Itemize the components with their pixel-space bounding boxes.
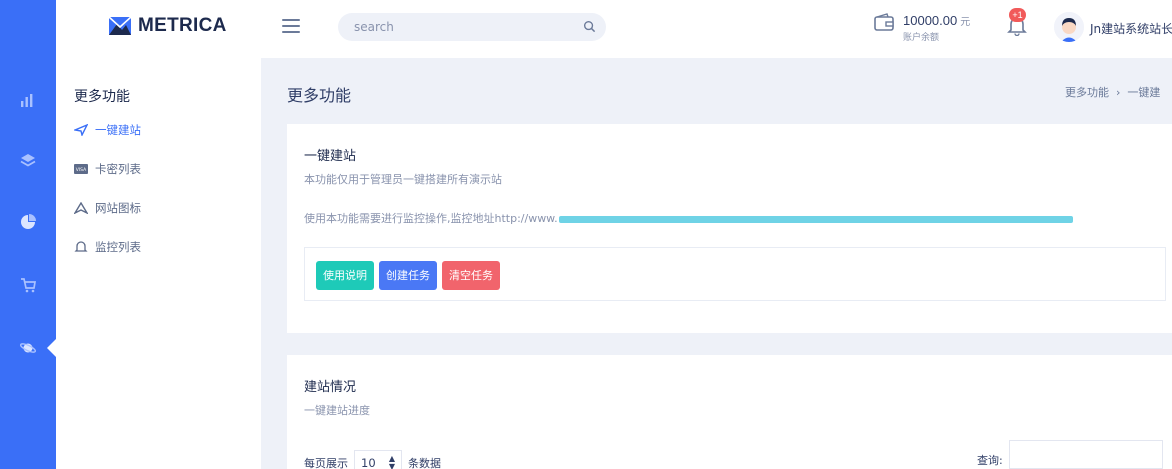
- monitor-text: 使用本功能需要进行监控操作,监控地址http://www.: [304, 212, 558, 225]
- perpage-prefix: 每页展示: [304, 457, 348, 469]
- top-bar: METRICA 10000.00元 账户余额 +1 Jn建站系统站长: [56, 0, 1172, 58]
- sub-sidebar: 更多功能 一键建站 VISA 卡密列表 网站图标 监控列表: [56, 58, 261, 469]
- send-icon: [74, 124, 88, 136]
- subnav-item-site-icon[interactable]: 网站图标: [74, 200, 141, 216]
- bar-chart-icon: [21, 94, 33, 107]
- balance-unit: 元: [960, 17, 971, 28]
- perpage-suffix: 条数据: [408, 457, 441, 469]
- card-title: 建站情况: [304, 380, 357, 395]
- redacted-url: [558, 215, 1073, 223]
- search-box: [338, 13, 606, 41]
- brand-name: METRICA: [138, 15, 227, 36]
- subnav-item-monitor-list[interactable]: 监控列表: [74, 239, 141, 255]
- breadcrumb-item: 一键建: [1127, 86, 1161, 99]
- rail-item-pie[interactable]: [0, 202, 56, 242]
- card-title: 一键建站: [304, 149, 357, 164]
- query-input[interactable]: [1009, 440, 1163, 469]
- create-task-button[interactable]: 创建任务: [379, 261, 437, 290]
- planet-icon: [19, 343, 37, 353]
- page-length-select[interactable]: 10 ▲ ▼: [354, 450, 402, 469]
- subnav-item-label: 一键建站: [95, 123, 141, 137]
- breadcrumb-separator-icon: ›: [1116, 86, 1121, 99]
- subnav-item-one-click-build[interactable]: 一键建站: [74, 122, 141, 138]
- brand-logo[interactable]: METRICA: [108, 14, 227, 38]
- rail-item-cart[interactable]: [0, 265, 56, 305]
- page-length-control: 每页展示 10 ▲ ▼ 条数据: [304, 450, 441, 469]
- one-click-build-card: 一键建站 本功能仅用于管理员一键搭建所有演示站 使用本功能需要进行监控操作,监控…: [287, 124, 1172, 333]
- icon-rail: [0, 0, 56, 469]
- paper-plane-icon: [74, 202, 88, 214]
- balance-amount: 10000.00: [903, 13, 958, 28]
- logo-icon: [108, 16, 132, 35]
- subnav-item-label: 监控列表: [95, 240, 141, 254]
- subnav-title: 更多功能: [74, 89, 130, 105]
- usage-guide-button[interactable]: 使用说明: [316, 261, 374, 290]
- rail-item-analytics[interactable]: [0, 80, 56, 120]
- menu-toggle-button[interactable]: [282, 19, 300, 35]
- rail-item-layers[interactable]: [0, 141, 56, 181]
- subnav-item-label: 网站图标: [95, 201, 141, 215]
- page-title: 更多功能: [287, 86, 352, 105]
- bell-icon: [74, 241, 88, 253]
- user-name[interactable]: Jn建站系统站长: [1090, 20, 1172, 37]
- account-balance: 10000.00 元 账户余额: [903, 10, 970, 43]
- balance-label: 账户余额: [903, 33, 940, 43]
- card-subtitle: 一键建站进度: [304, 404, 370, 417]
- breadcrumb: 更多功能 › 一键建: [1065, 84, 1160, 100]
- notification-badge: +1: [1009, 8, 1026, 22]
- avatar[interactable]: [1054, 12, 1084, 42]
- subnav-item-label: 卡密列表: [95, 162, 141, 176]
- action-button-group: 使用说明 创建任务 清空任务: [304, 247, 1166, 301]
- monitor-notice: 使用本功能需要进行监控操作,监控地址http://www.: [304, 210, 1073, 226]
- pie-chart-icon: [21, 214, 36, 229]
- card-subtitle: 本功能仅用于管理员一键搭建所有演示站: [304, 173, 502, 186]
- query-label: 查询:: [977, 454, 1003, 467]
- cart-icon: [21, 278, 37, 293]
- subnav-item-card-list[interactable]: VISA 卡密列表: [74, 161, 141, 177]
- user-avatar-icon: [1054, 12, 1084, 42]
- wallet-icon: [874, 13, 894, 31]
- search-input[interactable]: [338, 13, 568, 41]
- search-icon[interactable]: [583, 20, 596, 33]
- breadcrumb-item[interactable]: 更多功能: [1065, 86, 1109, 99]
- page-length-value: 10: [361, 456, 376, 469]
- build-status-card: 建站情况 一键建站进度 每页展示 10 ▲ ▼ 条数据 查询:: [287, 355, 1172, 469]
- layers-icon: [20, 154, 36, 167]
- visa-card-icon: VISA: [74, 163, 88, 175]
- clear-tasks-button[interactable]: 清空任务: [442, 261, 500, 290]
- active-indicator: [47, 339, 56, 357]
- svg-text:VISA: VISA: [76, 167, 87, 173]
- select-arrows-icon: ▲ ▼: [388, 454, 395, 469]
